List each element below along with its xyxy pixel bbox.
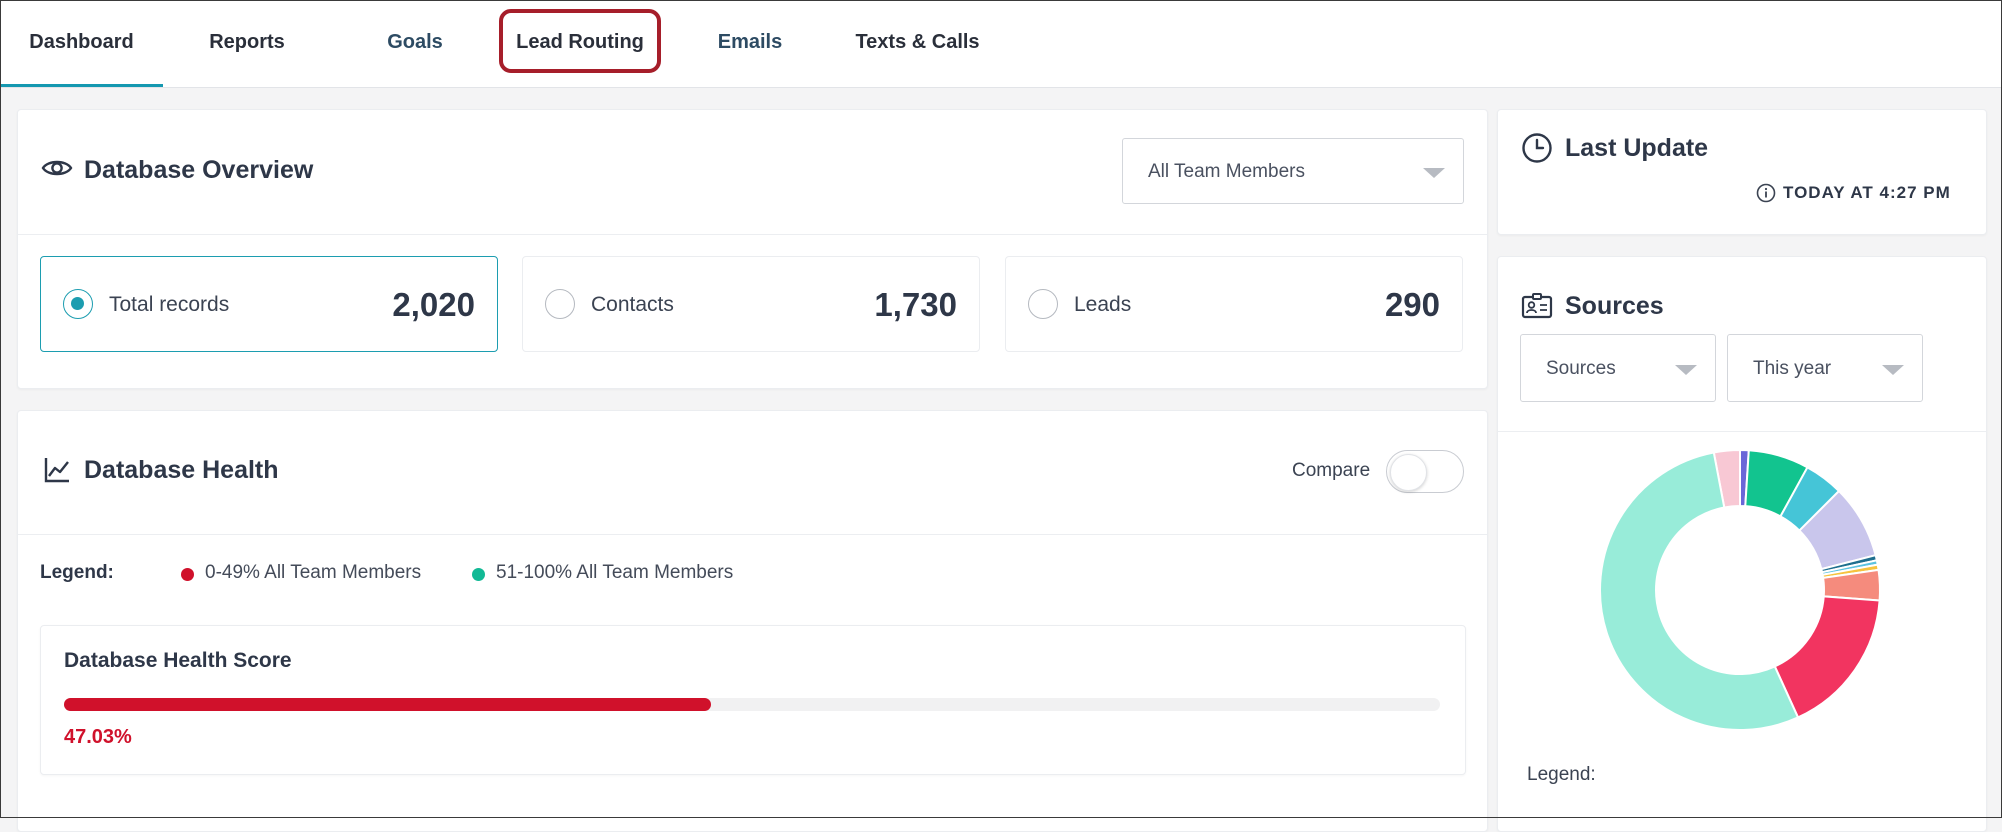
stat-value: 290 xyxy=(1384,286,1440,323)
source-select-value: Sources xyxy=(1546,358,1616,379)
radio-contacts[interactable] xyxy=(545,289,575,319)
stat-label: Contacts xyxy=(591,293,674,316)
health-score-fill xyxy=(64,698,712,711)
stat-label: Leads xyxy=(1074,293,1132,316)
health-score-title: Database Health Score xyxy=(64,649,292,672)
health-score-track xyxy=(64,698,1440,711)
sources-legend-label: Legend: xyxy=(1527,764,1596,785)
period-select[interactable]: This year xyxy=(1727,334,1923,402)
tab-reports[interactable]: Reports xyxy=(190,0,304,87)
legend-dot-low xyxy=(181,568,194,581)
team-member-select[interactable]: All Team Members xyxy=(1122,138,1464,204)
team-member-select-value: All Team Members xyxy=(1148,161,1305,182)
top-nav: Dashboard Reports Goals Lead Routing Ema… xyxy=(0,0,2002,88)
database-health-title: Database Health xyxy=(84,456,279,484)
legend-dot-high xyxy=(472,568,485,581)
period-select-value: This year xyxy=(1753,358,1832,379)
last-update-title: Last Update xyxy=(1565,134,1709,162)
divider xyxy=(1498,431,1986,432)
health-score-value: 47.03% xyxy=(64,726,132,748)
radio-leads[interactable] xyxy=(1028,289,1058,319)
database-overview-title: Database Overview xyxy=(84,156,314,184)
tab-lead-routing[interactable]: Lead Routing xyxy=(503,0,657,87)
legend-item-high: 51-100% All Team Members xyxy=(496,562,734,583)
stat-label: Total records xyxy=(109,293,230,316)
last-update-card xyxy=(1497,109,1987,235)
chevron-down-icon xyxy=(1882,365,1904,375)
compare-label: Compare xyxy=(1292,460,1371,481)
sources-donut-chart xyxy=(1599,448,1881,731)
stat-value: 1,730 xyxy=(874,286,957,323)
stat-total-records[interactable]: Total records 2,020 xyxy=(40,256,498,352)
chevron-down-icon xyxy=(1675,365,1697,375)
health-legend-label: Legend: xyxy=(40,562,114,583)
clock-icon xyxy=(1522,133,1552,163)
sources-title: Sources xyxy=(1565,292,1664,320)
tab-emails[interactable]: Emails xyxy=(690,0,810,87)
chevron-down-icon xyxy=(1423,168,1445,178)
tab-goals[interactable]: Goals xyxy=(360,0,470,87)
radio-total-records[interactable] xyxy=(63,289,93,319)
last-update-time: TODAY AT 4:27 PM xyxy=(1783,183,1951,202)
tab-texts-calls[interactable]: Texts & Calls xyxy=(845,0,990,87)
info-icon xyxy=(1756,183,1776,203)
divider xyxy=(18,234,1487,235)
stat-contacts[interactable]: Contacts 1,730 xyxy=(522,256,980,352)
trend-chart-icon xyxy=(44,458,69,483)
divider xyxy=(18,534,1487,535)
toggle-knob xyxy=(1390,454,1427,491)
legend-item-low: 0-49% All Team Members xyxy=(205,562,422,583)
source-select[interactable]: Sources xyxy=(1520,334,1716,402)
contact-card-icon xyxy=(1521,293,1553,319)
tab-dashboard[interactable]: Dashboard xyxy=(0,0,163,87)
compare-toggle[interactable] xyxy=(1386,450,1464,493)
eye-icon xyxy=(41,160,73,176)
stat-value: 2,020 xyxy=(392,286,475,323)
stat-leads[interactable]: Leads 290 xyxy=(1005,256,1463,352)
